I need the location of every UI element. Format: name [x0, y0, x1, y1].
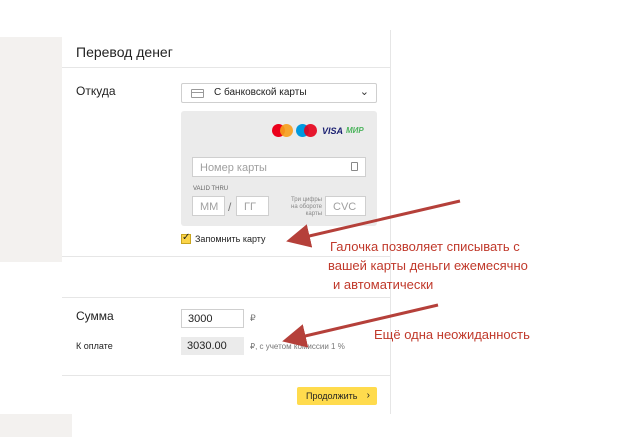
arrow-to-checkbox	[286, 199, 461, 248]
annotation-arrows	[282, 199, 461, 348]
annotation-note-1-line-3: и автоматически	[333, 277, 434, 292]
annotation-note-2: Ещё одна неожиданность	[374, 327, 530, 342]
annotation-note-1-line-2: вашей карты деньги ежемесячно	[328, 258, 528, 273]
annotation-note-1-line-1: Галочка позволяет списывать с	[330, 239, 520, 254]
